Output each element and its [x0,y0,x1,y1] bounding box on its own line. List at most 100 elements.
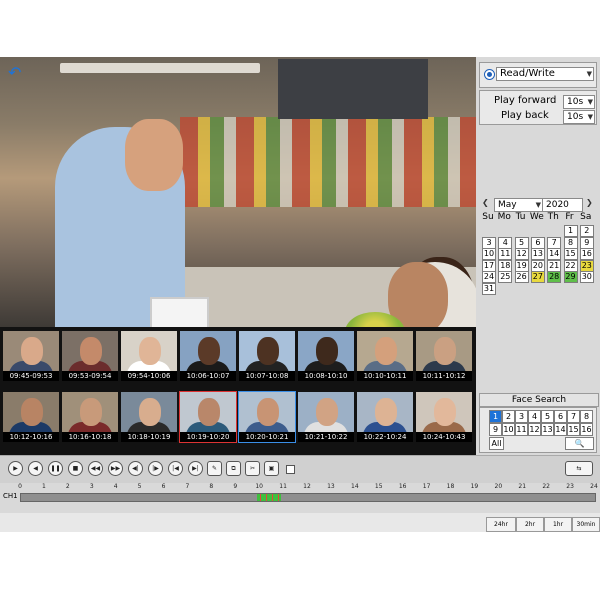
face-search-all-button[interactable]: All [489,437,504,450]
calendar-day[interactable]: 28 [547,271,562,283]
face-thumbnail[interactable]: 10:18-10:19 [121,392,177,442]
calendar-day[interactable]: 3 [482,236,496,249]
face-thumbnail[interactable]: 10:08-10:10 [298,331,354,381]
calendar-day[interactable]: 15 [563,248,578,260]
thumbnail-time-range: 10:11-10:12 [416,371,472,381]
face-search-page-button[interactable]: 11 [515,423,528,436]
thumbnail-person-face [21,398,43,426]
face-thumbnail[interactable]: 10:11-10:12 [416,331,472,381]
next-frame-icon[interactable]: |▶ [148,461,163,476]
face-thumbnail[interactable]: 09:54-10:06 [121,331,177,381]
calendar-day[interactable]: 10 [482,248,496,260]
face-search-page-button[interactable]: 4 [528,410,541,423]
calendar-day[interactable]: 19 [514,259,529,272]
clip-icon[interactable]: ✎ [207,461,222,476]
cut-icon[interactable]: ✂ [245,461,260,476]
timeline-track[interactable] [20,493,596,502]
face-thumbnail[interactable]: 10:20-10:21 [238,391,296,443]
face-thumbnail[interactable]: 10:07-10:08 [239,331,295,381]
face-search-page-button[interactable]: 13 [541,423,554,436]
calendar-day[interactable]: 12 [514,248,529,260]
face-search-page-button[interactable]: 15 [567,423,580,436]
calendar-day[interactable]: 29 [563,271,578,283]
prev-frame-icon[interactable]: ◀| [128,461,143,476]
play-forward-select[interactable]: 10s ▼ [563,95,595,109]
face-search-page-button[interactable]: 16 [580,423,593,436]
face-thumbnail[interactable]: 10:19-10:20 [179,391,237,443]
calendar-day[interactable]: 13 [530,248,545,260]
stop-icon[interactable]: ■ [68,461,83,476]
calendar-day[interactable]: 31 [482,282,496,295]
face-search-page-button[interactable]: 14 [554,423,567,436]
year-select[interactable]: 2020 [542,198,583,212]
face-thumbnail[interactable]: 10:10-10:11 [357,331,413,381]
save-icon[interactable]: ▣ [264,461,279,476]
calendar-day[interactable]: 4 [498,236,513,249]
timeline-hour-tick: 24 [590,483,598,490]
face-thumbnail[interactable]: 10:12-10:16 [3,392,59,442]
play-back-select[interactable]: 10s ▼ [563,110,595,124]
next-file-icon[interactable]: ▶| [188,461,203,476]
calendar-day[interactable]: 16 [579,248,594,260]
face-thumbnail[interactable]: 10:16-10:18 [62,392,118,442]
mode-radio[interactable] [484,69,495,80]
swap-icon[interactable]: ⇆ [565,461,593,476]
face-search-page-button[interactable]: 10 [502,423,515,436]
face-search-page-button[interactable]: 7 [567,410,580,423]
calendar-day[interactable]: 9 [579,236,594,249]
face-thumbnail[interactable]: 10:22-10:24 [357,392,413,442]
face-search-page-button[interactable]: 12 [528,423,541,436]
face-search-page-button[interactable]: 9 [489,423,502,436]
calendar-day[interactable]: 6 [530,236,545,249]
calendar-day[interactable]: 20 [530,259,545,272]
face-search-page-button[interactable]: 6 [554,410,567,423]
face-thumbnail[interactable]: 09:53-09:54 [62,331,118,381]
calendar-day[interactable]: 25 [498,271,513,283]
slow-icon[interactable]: ◀◀ [88,461,103,476]
face-thumbnail[interactable]: 10:24-10:43 [416,392,472,442]
zoom-1hr-button[interactable]: 1hr [544,517,572,532]
face-thumbnail[interactable]: 09:45-09:53 [3,331,59,381]
back-arrow-icon[interactable]: ↶ [8,63,21,82]
face-search-page-button[interactable]: 3 [515,410,528,423]
calendar-day[interactable]: 22 [563,259,578,272]
face-search-page-button[interactable]: 8 [580,410,593,423]
face-search-page-button[interactable]: 1 [489,410,502,423]
calendar-day[interactable]: 7 [547,236,562,249]
calendar-day[interactable]: 27 [530,271,545,283]
pause-icon[interactable]: ❚❚ [48,461,63,476]
mode-select[interactable]: Read/Write ▼ [496,67,594,81]
calendar-day[interactable]: 24 [482,271,496,283]
zoom-2hr-button[interactable]: 2hr [516,517,544,532]
calendar-day[interactable]: 30 [579,271,594,283]
prev-file-icon[interactable]: |◀ [168,461,183,476]
month-select[interactable]: May ▼ [494,198,543,212]
play-icon[interactable]: ▶ [8,461,23,476]
face-search-page-button[interactable]: 2 [502,410,515,423]
zoom-24hr-button[interactable]: 24hr [486,517,516,532]
face-search-button[interactable]: 🔍 [565,437,594,450]
calendar-day[interactable]: 18 [498,259,513,272]
timeline[interactable]: CH1 0 1 2 3 4 5 6 7 8 9 10 11 12 13 14 15 16 17 18 19 20 21 22… [0,483,600,513]
prev-month-icon[interactable]: ❮ [482,198,489,207]
calendar-day[interactable]: 8 [563,236,578,249]
calendar-day[interactable]: 2 [579,225,594,237]
calendar-day[interactable]: 11 [498,248,513,260]
calendar-day[interactable]: 14 [547,248,562,260]
calendar-day[interactable]: 5 [514,236,529,249]
calendar-day[interactable]: 1 [563,225,578,237]
face-thumbnail[interactable]: 10:21-10:22 [298,392,354,442]
calendar-day[interactable]: 26 [514,271,529,283]
sync-checkbox[interactable] [286,465,295,474]
reverse-play-icon[interactable]: ◀ [28,461,43,476]
calendar-day[interactable]: 21 [547,259,562,272]
calendar-day[interactable]: 23 [579,259,594,272]
face-search-page-button[interactable]: 5 [541,410,554,423]
fast-icon[interactable]: ▶▶ [108,461,123,476]
zoom-30min-button[interactable]: 30min [572,517,600,532]
next-month-icon[interactable]: ❯ [586,198,593,207]
main-video-view[interactable]: ↶ [0,57,476,327]
backup-icon[interactable]: ⧉ [226,461,241,476]
calendar-day[interactable]: 17 [482,259,496,272]
face-thumbnail[interactable]: 10:06-10:07 [180,331,236,381]
